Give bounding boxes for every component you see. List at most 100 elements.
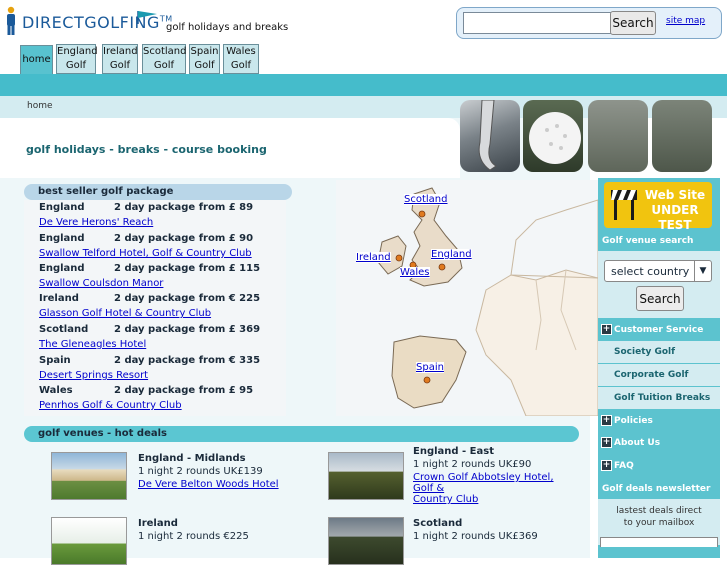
venue-search-button[interactable]: Search [636,286,684,311]
deal-venue-link[interactable]: De Vere Belton Woods Hotel [138,479,279,490]
tab-label-line1: Scotland [143,46,187,57]
venue-thumbnail[interactable] [328,452,404,500]
hot-deal-card: Ireland 1 night 2 rounds €225 [138,518,249,542]
venue-link[interactable]: Penrhos Golf & Country Club [39,400,182,411]
menu-label: Corporate Golf [614,370,689,380]
expand-icon[interactable]: + [601,437,612,448]
venue-search-label: Golf venue search [602,236,694,246]
item-country: Ireland [39,293,79,304]
tab-home[interactable]: home [20,45,53,75]
venue-link[interactable]: Swallow Coulsdon Manor [39,278,163,289]
item-country: Spain [39,355,71,366]
menu-label: Customer Service [614,325,704,335]
golf-club-photo [460,100,520,172]
venue-link[interactable]: Desert Springs Resort [39,370,148,381]
hot-deals-heading: golf venues - hot deals [24,426,579,442]
hot-deal-card: Scotland 1 night 2 rounds UK£369 [413,518,538,542]
map-label-wales[interactable]: Wales [400,267,430,278]
newsletter-email-input[interactable] [600,537,718,547]
item-deal: 2 day package from £ 90 [114,233,254,244]
item-country: Wales [39,385,73,396]
menu-customer-service[interactable]: + Customer Service [598,320,720,340]
hot-deal-card: England - East 1 night 2 rounds UK£90 Cr… [413,446,574,505]
menu-label: Society Golf [614,347,676,357]
item-deal: 2 day package from € 225 [114,293,261,304]
tab-label-line1: England [57,46,98,57]
item-country: England [39,263,85,274]
item-deal: 2 day package from £ 369 [114,324,261,335]
map-label-england[interactable]: England [431,249,472,260]
tab-scotland-golf[interactable]: Scotland Golf [142,44,186,74]
search-input[interactable] [463,12,621,34]
golfer-logo-icon [4,6,18,36]
newsletter-text: lastest deals direct to your mailbox [598,505,720,529]
menu-society-golf[interactable]: Society Golf [598,342,720,362]
page-title: golf holidays - breaks - course booking [26,143,267,156]
venue-thumbnail[interactable] [51,517,127,565]
breadcrumb[interactable]: home [27,101,53,111]
tab-label-line2: Golf [230,60,252,71]
menu-about-us[interactable]: + About Us [598,433,720,453]
menu-policies[interactable]: + Policies [598,411,720,431]
hot-deals-panel: England - Midlands 1 night 2 rounds UK£1… [24,442,574,565]
tab-label-line1: Spain [190,46,219,57]
venue-link[interactable]: Swallow Telford Hotel, Golf & Country Cl… [39,248,252,259]
deal-price: 1 night 2 rounds UK£369 [413,531,538,542]
venue-link[interactable]: De Vere Herons' Reach [39,217,153,228]
tab-ireland-golf[interactable]: Ireland Golf [102,44,138,74]
deal-venue-link[interactable]: Crown Golf Abbotsley Hotel, Golf & [413,472,554,494]
country-select[interactable]: select country ▼ [604,260,712,282]
tab-label-line2: Golf [153,60,175,71]
expand-icon[interactable]: + [601,415,612,426]
flag-icon [137,9,159,28]
deal-title: England - East [413,446,494,457]
menu-golf-tuition-breaks[interactable]: Golf Tuition Breaks [598,388,720,408]
header-search-box: Search site map [456,7,722,39]
item-deal: 2 day package from £ 115 [114,263,261,274]
venue-link[interactable]: The Gleneagles Hotel [39,339,146,350]
venue-thumbnail[interactable] [51,452,127,500]
tab-label-line1: Ireland [103,46,138,57]
deal-price: 1 night 2 rounds UK£90 [413,459,532,470]
deal-title: Scotland [413,518,463,529]
item-deal: 2 day package from € 335 [114,355,261,366]
tab-label-line2: Golf [109,60,131,71]
under-test-banner: Web Site UNDER TEST [604,182,712,232]
item-deal: 2 day package from £ 89 [114,202,254,213]
deal-venue-link-cont[interactable]: Country Club [413,494,478,505]
tab-label-line1: Wales [226,46,256,57]
newsletter-label: Golf deals newsletter [602,484,711,494]
map-label-spain[interactable]: Spain [416,362,444,373]
search-button[interactable]: Search [610,11,656,35]
tab-spain-golf[interactable]: Spain Golf [189,44,220,74]
newsletter-line1: lastest deals direct [616,506,702,516]
tab-bar [0,74,727,96]
tab-label-line2: Golf [65,60,87,71]
item-country: Scotland [39,324,89,335]
menu-label: FAQ [614,461,634,471]
venue-link[interactable]: Glasson Golf Hotel & Country Club [39,308,211,319]
map-label-ireland[interactable]: Ireland [356,252,391,263]
tab-wales-golf[interactable]: Wales Golf [223,44,259,74]
site-map-link[interactable]: site map [666,16,705,26]
menu-label: Golf Tuition Breaks [614,393,711,403]
tab-england-golf[interactable]: England Golf [56,44,98,74]
newsletter-line2: to your mailbox [623,518,695,528]
logo-direct: DIRECT [22,13,85,32]
golf-ball-photo [523,100,583,172]
deal-title: Ireland [138,518,178,529]
chevron-down-icon[interactable]: ▼ [694,261,711,281]
menu-corporate-golf[interactable]: Corporate Golf [598,365,720,385]
venue-thumbnail[interactable] [328,517,404,565]
expand-icon[interactable]: + [601,324,612,335]
banner-text: Web Site UNDER TEST [640,188,710,233]
tagline: golf holidays and breaks [166,22,289,33]
banner-line2: UNDER TEST [651,203,699,232]
item-country: England [39,233,85,244]
map-label-scotland[interactable]: Scotland [404,194,448,205]
deal-price: 1 night 2 rounds €225 [138,531,249,542]
europe-map: Scotland Ireland England Wales Spain [336,180,598,416]
menu-faq[interactable]: + FAQ [598,456,720,476]
expand-icon[interactable]: + [601,460,612,471]
roadwork-barrier-icon [611,190,637,220]
